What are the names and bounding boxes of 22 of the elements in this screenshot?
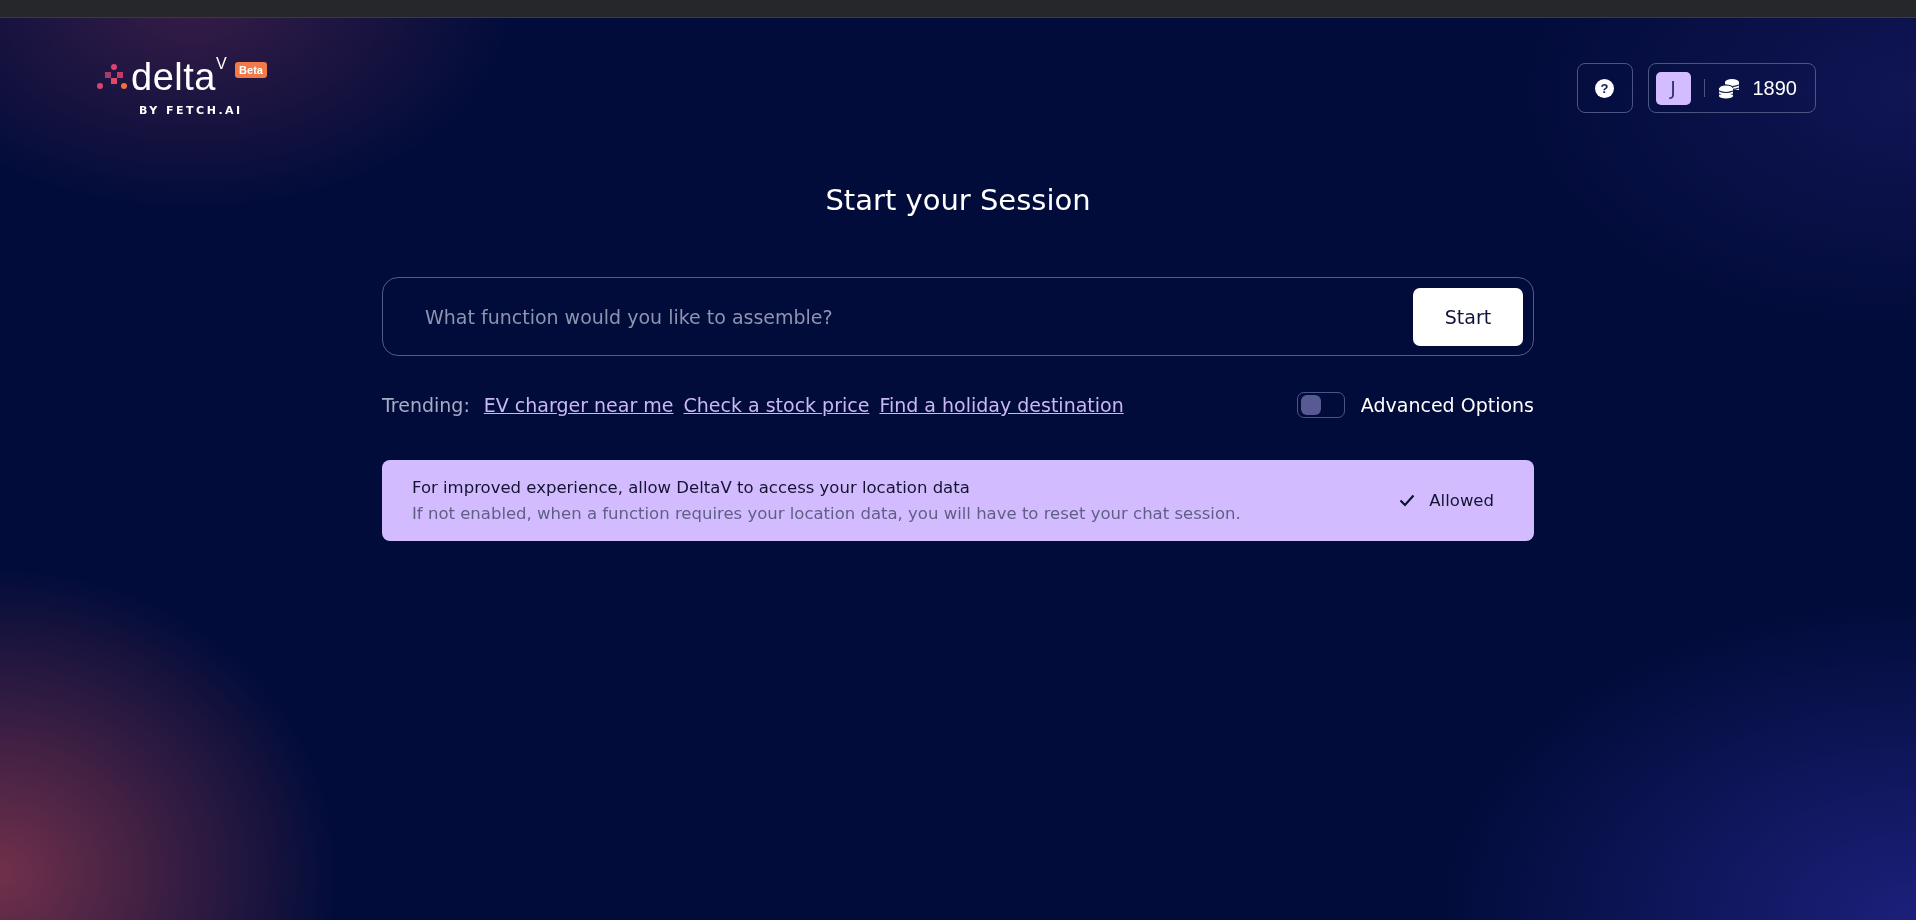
allowed-status[interactable]: Allowed	[1399, 491, 1504, 510]
toggle-label: Advanced Options	[1360, 394, 1534, 416]
logo-wordmark: delta$^{V}$	[131, 58, 228, 96]
user-avatar[interactable]: J	[1655, 71, 1691, 105]
beta-badge: Beta	[235, 62, 267, 78]
banner-title: For improved experience, allow DeltaV to access your location data	[412, 478, 971, 497]
trending-link[interactable]: Find a holiday destination	[879, 394, 1124, 416]
help-button[interactable]: ?	[1576, 63, 1633, 113]
logo-tagline: BY FETCH.AI	[139, 104, 244, 117]
trending-label: Trending:	[382, 394, 470, 416]
trending-link[interactable]: EV charger near me	[483, 394, 674, 416]
banner-text: If not enabled, when a function requires your location data, you will have to reset your chat session.	[412, 504, 1241, 523]
check-icon	[1399, 494, 1416, 507]
coins-icon	[1717, 77, 1740, 99]
trending-link[interactable]: Check a stock price	[683, 394, 870, 416]
account-panel[interactable]: J 1890	[1647, 63, 1816, 113]
page-title: Start your Session	[824, 183, 1092, 217]
toggle-switch[interactable]	[1296, 392, 1345, 418]
prompt-field[interactable]: What function would you like to assemble? Start	[382, 277, 1534, 356]
credits-count: 1890	[1752, 76, 1797, 100]
start-button[interactable]: Start	[1413, 287, 1523, 346]
logo-icon	[97, 63, 127, 91]
